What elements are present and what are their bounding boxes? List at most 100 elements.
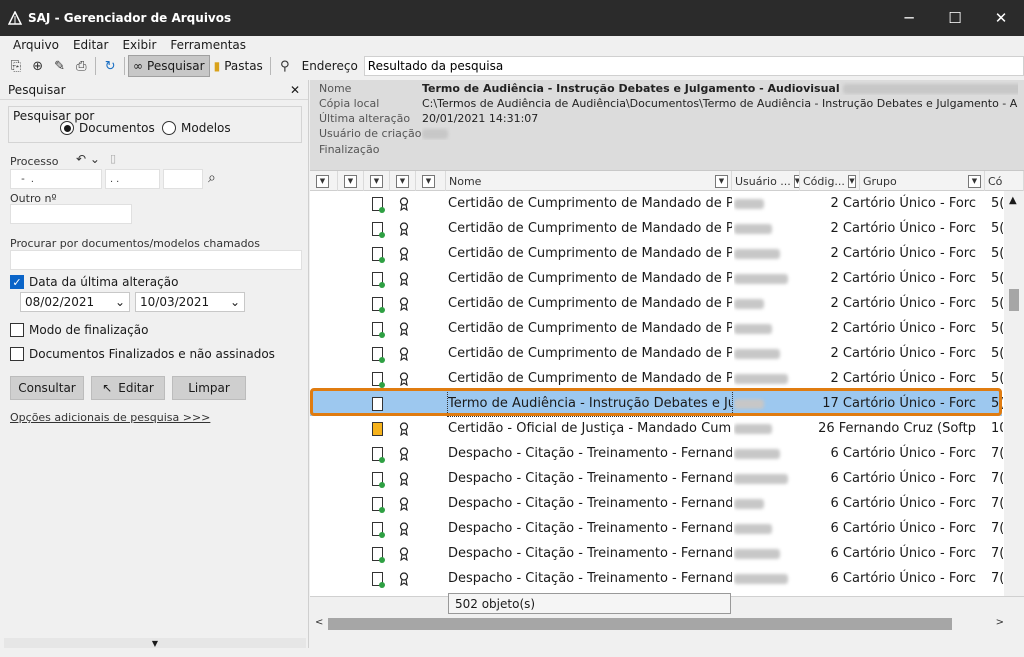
processo-input-2[interactable]	[105, 169, 160, 189]
document-icon	[372, 521, 385, 538]
endereco-input[interactable]	[363, 56, 1024, 76]
pin-icon[interactable]: ⚲	[274, 56, 296, 76]
header-grupo[interactable]: Grupo ▼	[860, 171, 985, 191]
new-document-icon[interactable]: ⎘	[5, 56, 27, 76]
close-panel-icon[interactable]: ✕	[290, 83, 300, 97]
table-row[interactable]: Despacho - Citação - Treinamento - Ferna…	[310, 516, 1003, 541]
radio-documentos[interactable]: Documentos	[60, 121, 155, 135]
maximize-button[interactable]: ☐	[932, 0, 978, 36]
signature-ribbon-icon	[399, 521, 409, 536]
limpar-button[interactable]: Limpar	[172, 376, 246, 400]
table-row[interactable]: Certidão de Cumprimento de Mandado de Pr…	[310, 191, 1003, 216]
binoculars-icon: ∞	[133, 59, 144, 73]
signature-ribbon-icon	[399, 496, 409, 511]
table-row[interactable]: Certidão de Cumprimento de Mandado de Pr…	[310, 216, 1003, 241]
date-from-select[interactable]: 08/02/2021 ⌄	[20, 292, 130, 312]
document-icon	[372, 196, 385, 213]
header-nome[interactable]: Nome ▼	[446, 171, 732, 191]
signature-ribbon-icon	[399, 296, 409, 311]
header-c[interactable]: Có	[985, 171, 1024, 191]
data-ultima-checkbox[interactable]: ✓ Data da última alteração	[10, 275, 178, 289]
document-info-pane: Nome Termo de Audiência - Instrução Deba…	[310, 80, 1024, 170]
search-icon[interactable]: ⌕	[208, 170, 216, 186]
new-model-icon[interactable]: ⊕	[27, 56, 49, 76]
chevron-down-icon: ▼	[316, 174, 329, 188]
header-usuario[interactable]: Usuário ... ▼	[732, 171, 800, 191]
procurar-input[interactable]	[10, 250, 302, 270]
processo-input-1[interactable]	[10, 169, 102, 189]
window-title: SAJ - Gerenciador de Arquivos	[28, 11, 232, 25]
vertical-scrollbar[interactable]: ▲	[1004, 191, 1024, 596]
modo-finalizacao-checkbox[interactable]: Modo de finalização	[10, 323, 148, 337]
chevron-down-icon: ⌄	[114, 295, 125, 309]
table-row[interactable]: Certidão - Oficial de Justiça - Mandado …	[310, 416, 1003, 441]
signature-ribbon-icon	[399, 446, 409, 461]
document-icon	[372, 546, 385, 563]
panel-scroll-down[interactable]: ▼	[4, 638, 306, 648]
table-row[interactable]: Certidão de Cumprimento de Mandado de Pr…	[310, 291, 1003, 316]
table-row[interactable]: Despacho - Citação - Treinamento - Ferna…	[310, 491, 1003, 516]
cell-nome: Despacho - Citação - Treinamento - Ferna…	[448, 571, 732, 586]
header-codigo[interactable]: Códig... ▼	[800, 171, 860, 191]
document-icon	[372, 221, 385, 238]
cell-nome: Certidão de Cumprimento de Mandado de Pr…	[448, 321, 732, 336]
minimize-button[interactable]: ─	[886, 0, 932, 36]
signature-ribbon-icon	[399, 321, 409, 336]
table-row[interactable]: Despacho - Citação - Treinamento - Ferna…	[310, 541, 1003, 566]
cell-nome: Despacho - Citação - Treinamento - Ferna…	[448, 546, 732, 561]
table-row[interactable]: Despacho - Citação - Treinamento - Ferna…	[310, 566, 1003, 591]
table-row[interactable]: Certidão de Cumprimento de Mandado de Pr…	[310, 366, 1003, 391]
consultar-button[interactable]: Consultar	[10, 376, 84, 400]
outro-input[interactable]	[10, 204, 132, 224]
table-row[interactable]: Termo de Audiência - Instrução Debates e…	[310, 390, 1003, 417]
cell-usuario-blurred	[734, 423, 772, 434]
table-row[interactable]: Certidão de Cumprimento de Mandado de Pr…	[310, 266, 1003, 291]
cell-c: 7(	[991, 496, 1003, 511]
cell-nome: Termo de Audiência - Instrução Debates e…	[447, 390, 733, 417]
menu-exibir[interactable]: Exibir	[122, 38, 156, 52]
cell-grupo: 6 Cartório Único - Forc	[830, 571, 976, 586]
cell-usuario-blurred	[734, 548, 780, 559]
processo-input-3[interactable]	[163, 169, 203, 189]
cell-nome: Certidão de Cumprimento de Mandado de Pr…	[448, 296, 732, 311]
table-row[interactable]: Certidão de Cumprimento de Mandado de Pr…	[310, 316, 1003, 341]
chevron-down-icon: ▼	[370, 174, 383, 188]
horizontal-scrollbar[interactable]: < >	[310, 615, 1024, 633]
cell-grupo: 6 Cartório Único - Forc	[830, 521, 976, 536]
print-icon[interactable]: ⎙	[70, 56, 92, 76]
info-nome-value: Termo de Audiência - Instrução Debates e…	[422, 82, 1018, 95]
refresh-icon[interactable]: ↻	[99, 56, 121, 76]
pastas-button[interactable]: ▮ Pastas	[210, 55, 267, 77]
document-icon	[372, 421, 383, 436]
radio-modelos[interactable]: Modelos	[162, 121, 231, 135]
info-usuario-value	[422, 127, 1018, 140]
table-row[interactable]: Certidão de Cumprimento de Mandado de Pr…	[310, 241, 1003, 266]
signature-ribbon-icon	[399, 571, 409, 586]
cell-nome: Certidão de Cumprimento de Mandado de Pr…	[448, 346, 732, 361]
pesquisar-button[interactable]: ∞ Pesquisar	[128, 55, 210, 77]
undo-icon[interactable]: ↶ ⌄	[76, 152, 100, 166]
table-row[interactable]: Despacho - Citação - Treinamento - Ferna…	[310, 441, 1003, 466]
title-bar: SAJ - Gerenciador de Arquivos ─ ☐ ✕	[0, 0, 1024, 36]
cell-c: 5(	[991, 221, 1003, 236]
menu-ferramentas[interactable]: Ferramentas	[170, 38, 246, 52]
cell-c: 5(	[991, 321, 1003, 336]
opcoes-adicionais-link[interactable]: Opções adicionais de pesquisa >>>	[10, 411, 210, 424]
cell-grupo: 2 Cartório Único - Forc	[830, 246, 976, 261]
cell-c: 7(	[991, 471, 1003, 486]
cell-c: 7(	[991, 546, 1003, 561]
chevron-down-icon: ▼	[344, 174, 357, 188]
date-to-select[interactable]: 10/03/2021 ⌄	[135, 292, 245, 312]
info-copia-key: Cópia local	[319, 97, 380, 110]
table-row[interactable]: Certidão de Cumprimento de Mandado de Pr…	[310, 341, 1003, 366]
menu-editar[interactable]: Editar	[73, 38, 109, 52]
editar-button[interactable]: ↖ Editar	[91, 376, 165, 400]
finalizados-checkbox[interactable]: Documentos Finalizados e não assinados	[10, 347, 275, 361]
edit-document-icon[interactable]: ✎	[49, 56, 71, 76]
saj-logo-icon	[8, 11, 22, 25]
documents-grid: ▼ ▼ ▼ ▼ ▼ Nome ▼ Usuário ... ▼ Códig... ▼ G…	[310, 170, 1024, 616]
menu-arquivo[interactable]: Arquivo	[13, 38, 59, 52]
close-window-button[interactable]: ✕	[978, 0, 1024, 36]
cell-grupo: 17 Cartório Único - Forc	[822, 396, 976, 411]
table-row[interactable]: Despacho - Citação - Treinamento - Ferna…	[310, 466, 1003, 491]
